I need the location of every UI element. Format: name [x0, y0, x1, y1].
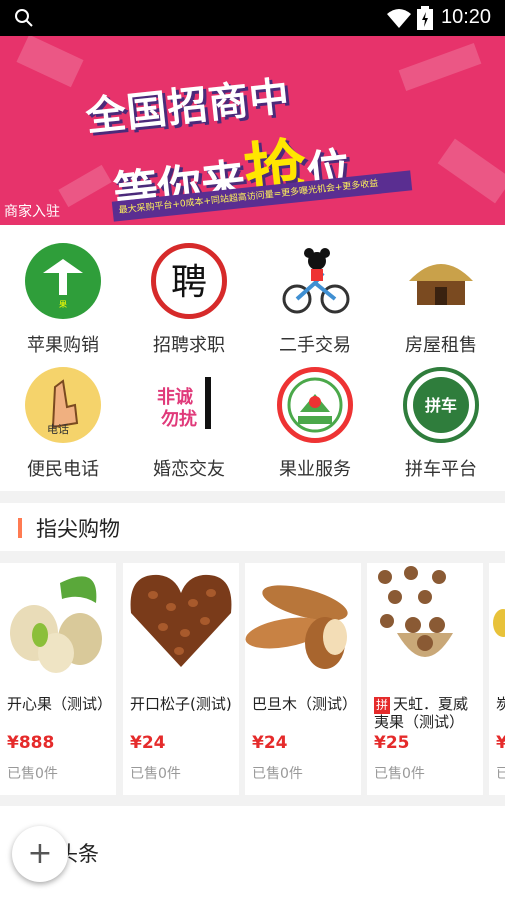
- svg-text:聘: 聘: [171, 262, 207, 303]
- product-sold: 已售0件: [7, 766, 58, 782]
- product-image: [245, 563, 361, 679]
- product-card[interactable]: 开心果（测试） ¥888 已售0件: [0, 563, 116, 795]
- section-title: 指尖购物: [36, 517, 120, 541]
- product-price: ¥: [496, 733, 505, 753]
- phone-hand-icon: 电话: [25, 367, 101, 443]
- svg-text:拼车: 拼车: [425, 396, 457, 415]
- svg-text:非诚: 非诚: [157, 386, 193, 408]
- product-sold: 已售: [496, 766, 505, 782]
- carpool-icon: 拼车: [403, 367, 479, 443]
- category-recruit[interactable]: 聘 招聘求职: [126, 243, 252, 357]
- svg-text:勿扰: 勿扰: [160, 408, 197, 430]
- category-label: 果业服务: [279, 459, 351, 480]
- product-sold: 已售0件: [374, 766, 425, 782]
- product-price: ¥25: [374, 733, 410, 753]
- category-apple-trade[interactable]: 果 苹果购销: [0, 243, 126, 357]
- product-price: ¥24: [252, 733, 288, 753]
- product-card[interactable]: 拼天虹．夏威夷果（测试） ¥25 已售0件: [367, 563, 483, 795]
- house-icon: [403, 243, 479, 319]
- section-header-shopping: 指尖购物: [0, 503, 505, 551]
- product-price: ¥24: [130, 733, 166, 753]
- wifi-icon: [387, 9, 411, 28]
- category-label: 婚恋交友: [153, 459, 225, 480]
- category-second-hand[interactable]: 二手交易: [252, 243, 378, 357]
- product-price: ¥888: [7, 733, 55, 753]
- category-label: 二手交易: [279, 335, 351, 356]
- category-house[interactable]: 房屋租售: [378, 243, 504, 357]
- svg-text:电话: 电话: [47, 423, 69, 436]
- dating-icon: 非诚 勿扰: [151, 367, 227, 443]
- apple-trade-icon: 果: [25, 243, 101, 319]
- product-name: 拼天虹．夏威夷果（测试）: [374, 695, 469, 731]
- product-image: [489, 563, 505, 679]
- product-card-partial[interactable]: 炭试 ¥ 已售: [489, 563, 505, 795]
- category-fruit-service[interactable]: 果业服务: [252, 367, 378, 481]
- battery-icon: [417, 6, 433, 30]
- fruit-service-icon: [277, 367, 353, 443]
- product-name: 炭试: [496, 695, 505, 713]
- product-card[interactable]: 巴旦木（测试） ¥24 已售0件: [245, 563, 361, 795]
- product-carousel[interactable]: 开心果（测试） ¥888 已售0件 开口松子(测试) ¥24 已售0件 巴旦木（…: [0, 561, 505, 797]
- category-dating[interactable]: 非诚 勿扰 婚恋交友: [126, 367, 252, 481]
- product-name: 开口松子(测试): [130, 695, 232, 713]
- category-carpool[interactable]: 拼车 拼车平台: [378, 367, 504, 481]
- search-icon[interactable]: [14, 8, 34, 28]
- status-bar: 10:20: [0, 0, 505, 36]
- product-card[interactable]: 开口松子(测试) ¥24 已售0件: [123, 563, 239, 795]
- product-name: 巴旦木（测试）: [252, 695, 358, 713]
- category-label: 便民电话: [27, 459, 99, 480]
- product-image: [123, 563, 239, 679]
- clock: 10:20: [441, 6, 492, 28]
- product-image: [367, 563, 483, 679]
- category-grid: 果 苹果购销 聘 招聘求职 二手交易 房屋租售 电话 便民电话 非诚 勿扰 婚恋交…: [0, 225, 505, 491]
- product-sold: 已售0件: [252, 766, 303, 782]
- news-section: 川头条: [0, 806, 505, 900]
- promo-banner[interactable]: 全国招商中 等你来抢位 最大采购平台+0成本+同站超高访问量=更多曝光机会+更多…: [0, 36, 505, 225]
- merchant-entry-label[interactable]: 商家入驻: [4, 201, 60, 221]
- category-label: 招聘求职: [153, 335, 225, 356]
- category-label: 苹果购销: [27, 335, 99, 356]
- bike-mouse-icon: [277, 243, 353, 319]
- category-phone[interactable]: 电话 便民电话: [0, 367, 126, 481]
- product-sold: 已售0件: [130, 766, 181, 782]
- add-button[interactable]: +: [12, 826, 68, 882]
- recruit-icon: 聘: [151, 243, 227, 319]
- product-image: [0, 563, 116, 679]
- group-buy-tag: 拼: [374, 697, 391, 714]
- category-label: 房屋租售: [405, 335, 477, 356]
- svg-text:果: 果: [59, 300, 67, 309]
- category-label: 拼车平台: [405, 459, 477, 480]
- section-accent-bar: [18, 518, 22, 538]
- product-name: 开心果（测试）: [7, 695, 113, 713]
